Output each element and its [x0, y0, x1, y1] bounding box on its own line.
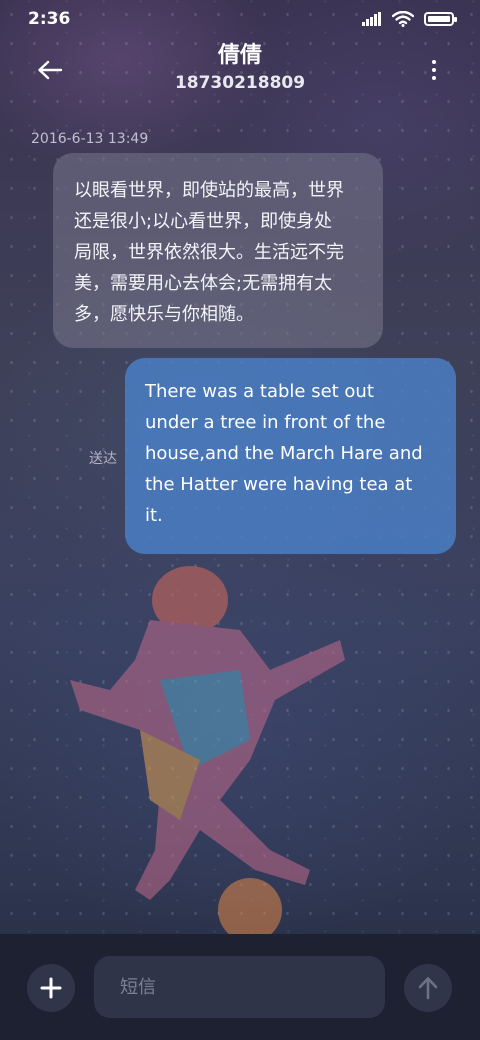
- message-line: There was a table set out: [145, 381, 374, 402]
- incoming-message-bubble[interactable]: 以眼看世界，即使站的最高，世界 还是很小;以心看世界，即使身处 局限，世界依然很…: [53, 153, 383, 348]
- battery-icon: [424, 12, 457, 26]
- sms-input[interactable]: [94, 956, 385, 1018]
- message-line: 美，需要用心去体会;无需拥有太: [74, 273, 333, 294]
- outgoing-message-bubble[interactable]: There was a table set out under a tree i…: [125, 358, 456, 554]
- delivery-status: 送达: [89, 451, 117, 467]
- send-button[interactable]: [404, 964, 452, 1012]
- conversation-header: 倩倩 18730218809: [0, 38, 480, 104]
- message-line: it.: [145, 505, 163, 526]
- status-bar: 2:36: [0, 0, 480, 38]
- message-composer: [0, 934, 480, 1040]
- message-line: 局限，世界依然很大。生活远不完: [74, 242, 344, 263]
- message-line: 还是很小;以心看世界，即使身处: [74, 211, 333, 232]
- message-line: 以眼看世界，即使站的最高，世界: [74, 180, 344, 201]
- message-timestamp: 2016-6-13 13:49: [31, 131, 149, 147]
- wallpaper-soccer-player-art: [70, 566, 345, 940]
- wifi-icon: [392, 11, 414, 27]
- more-vertical-icon: [432, 60, 436, 64]
- add-attachment-button[interactable]: [27, 964, 75, 1012]
- message-line: 多，愿快乐与你相随。: [74, 304, 254, 325]
- contact-name: 倩倩: [217, 43, 262, 68]
- status-icons: [362, 11, 457, 27]
- contact-number: 18730218809: [174, 73, 306, 93]
- message-line: the Hatter were having tea at: [145, 474, 413, 495]
- more-options-button[interactable]: [422, 52, 446, 88]
- status-time: 2:36: [28, 9, 71, 29]
- signal-icon: [362, 12, 381, 26]
- message-line: under a tree in front of the: [145, 412, 386, 433]
- message-line: house,and the March Hare and: [145, 443, 423, 464]
- arrow-up-icon: [418, 977, 438, 1000]
- plus-icon: [40, 977, 62, 999]
- contact-title[interactable]: 倩倩 18730218809: [0, 42, 480, 94]
